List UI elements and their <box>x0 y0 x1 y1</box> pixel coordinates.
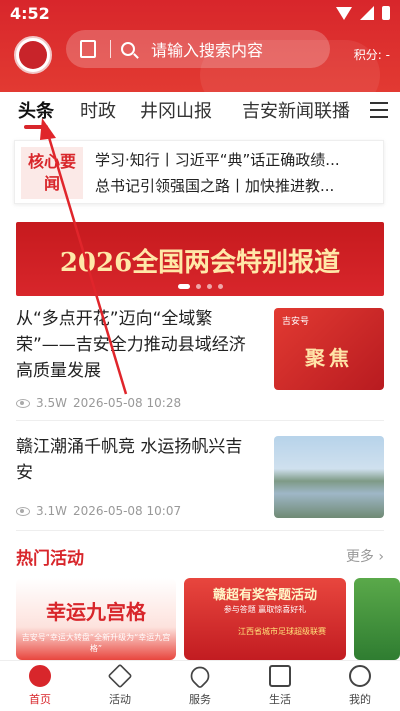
nav-label: 首页 <box>29 693 51 706</box>
tab-headlines[interactable]: 头条 <box>18 97 54 123</box>
banner-text: 2026全国两会特别报道 <box>59 248 341 278</box>
nav-life[interactable]: 生活 <box>250 665 310 707</box>
chevron-right-icon: › <box>378 549 384 565</box>
nav-label: 活动 <box>109 693 131 706</box>
news-title[interactable]: 从“多点开花”迈向“全域繁荣”——吉安全力推动县域经济高质量发展 <box>16 306 256 384</box>
core-news-line-2[interactable]: 总书记引领强国之路丨加快推进教... <box>95 175 379 196</box>
carousel-dots <box>16 284 384 289</box>
hot-activities-title: 热门活动 <box>16 549 84 569</box>
activity-card-title: 赣超有奖答题活动 <box>212 588 317 603</box>
news-views: 3.1W <box>36 504 67 518</box>
news-thumbnail[interactable]: 吉安号 聚焦 <box>274 308 384 390</box>
battery-icon <box>382 6 390 20</box>
nav-services[interactable]: 服务 <box>170 662 230 707</box>
wifi-icon <box>336 6 352 20</box>
news-thumbnail[interactable] <box>274 436 384 518</box>
edit-icon <box>269 665 291 687</box>
status-bar: 4:52 <box>0 0 400 28</box>
star-icon <box>107 663 133 689</box>
signal-icon <box>360 6 374 20</box>
nav-label: 我的 <box>349 693 371 706</box>
news-date: 2026-05-08 10:07 <box>72 504 182 518</box>
core-news-box[interactable]: 核心要闻 学习·知行丨习近平“典”话正确政绩... 总书记引领强国之路丨加快推进… <box>14 140 384 204</box>
activity-card-subtitle: 参与答题 赢取惊喜好礼 <box>223 605 307 614</box>
thumb-text: 聚焦 <box>305 346 353 370</box>
heart-icon <box>186 662 214 690</box>
search-divider <box>110 40 111 58</box>
bottom-nav: 首页 活动 服务 生活 我的 <box>0 660 400 711</box>
scan-icon[interactable] <box>80 40 96 58</box>
menu-icon[interactable] <box>370 102 388 118</box>
news-item[interactable]: 从“多点开花”迈向“全域繁荣”——吉安全力推动县域经济高质量发展 3.5W 20… <box>16 306 384 410</box>
channel-tabs: 头条 时政 井冈山报 吉安新闻联播 <box>0 92 400 130</box>
more-label: 更多 <box>345 549 374 565</box>
nav-home[interactable]: 首页 <box>10 665 70 707</box>
tab-jian-news[interactable]: 吉安新闻联播 <box>242 97 350 123</box>
views-icon <box>16 398 30 408</box>
special-report-banner[interactable]: 2026全国两会特别报道 <box>16 222 384 296</box>
app-header: 4:52 请输入搜索内容 积分: - <box>0 0 400 92</box>
search-placeholder: 请输入搜索内容 <box>151 41 264 60</box>
status-icons <box>336 6 390 20</box>
activity-card-subtitle: 吉安号“幸运大转盘”全新升级为“幸运九宫格” <box>21 633 171 653</box>
thumb-badge: 吉安号 <box>282 317 310 327</box>
news-item[interactable]: 赣江潮涌千帆竞 水运扬帆兴吉安 3.1W 2026-05-08 10:07 <box>16 434 384 524</box>
active-tab-indicator <box>24 125 48 129</box>
nav-me[interactable]: 我的 <box>330 665 390 707</box>
nav-label: 服务 <box>189 693 211 706</box>
divider <box>16 420 384 421</box>
activity-card-title: 幸运九宫格 <box>46 600 146 624</box>
more-link[interactable]: 更多 › <box>346 546 384 566</box>
tab-jinggangshan-daily[interactable]: 井冈山报 <box>140 97 212 123</box>
nav-label: 生活 <box>269 693 291 706</box>
core-news-tag: 核心要闻 <box>21 147 83 199</box>
divider <box>16 530 384 531</box>
news-title[interactable]: 赣江潮涌千帆竞 水运扬帆兴吉安 <box>16 434 256 486</box>
points-label[interactable]: 积分: - <box>354 46 390 63</box>
status-time: 4:52 <box>10 4 50 23</box>
logo-emblem-icon <box>19 41 47 69</box>
core-news-line-1[interactable]: 学习·知行丨习近平“典”话正确政绩... <box>95 149 379 170</box>
views-icon <box>16 506 30 516</box>
activity-card-banner: 江西省城市足球超级联赛 <box>238 627 326 636</box>
tab-politics[interactable]: 时政 <box>80 97 116 123</box>
activity-card-lucky-grid[interactable]: 幸运九宫格 吉安号“幸运大转盘”全新升级为“幸运九宫格” <box>16 578 176 660</box>
news-views: 3.5W <box>36 396 67 410</box>
nav-activities[interactable]: 活动 <box>90 663 150 707</box>
home-icon <box>29 665 51 687</box>
user-icon <box>349 665 371 687</box>
news-meta: 3.5W 2026-05-08 10:28 <box>16 396 181 410</box>
search-icon <box>121 42 135 56</box>
activity-card-quiz[interactable]: 赣超有奖答题活动 参与答题 赢取惊喜好礼 江西省城市足球超级联赛 <box>184 578 346 660</box>
news-meta: 3.1W 2026-05-08 10:07 <box>16 504 181 518</box>
news-date: 2026-05-08 10:28 <box>72 396 182 410</box>
app-logo[interactable] <box>14 36 52 74</box>
activity-card-partial[interactable] <box>354 578 400 660</box>
search-bar[interactable]: 请输入搜索内容 <box>66 30 330 68</box>
